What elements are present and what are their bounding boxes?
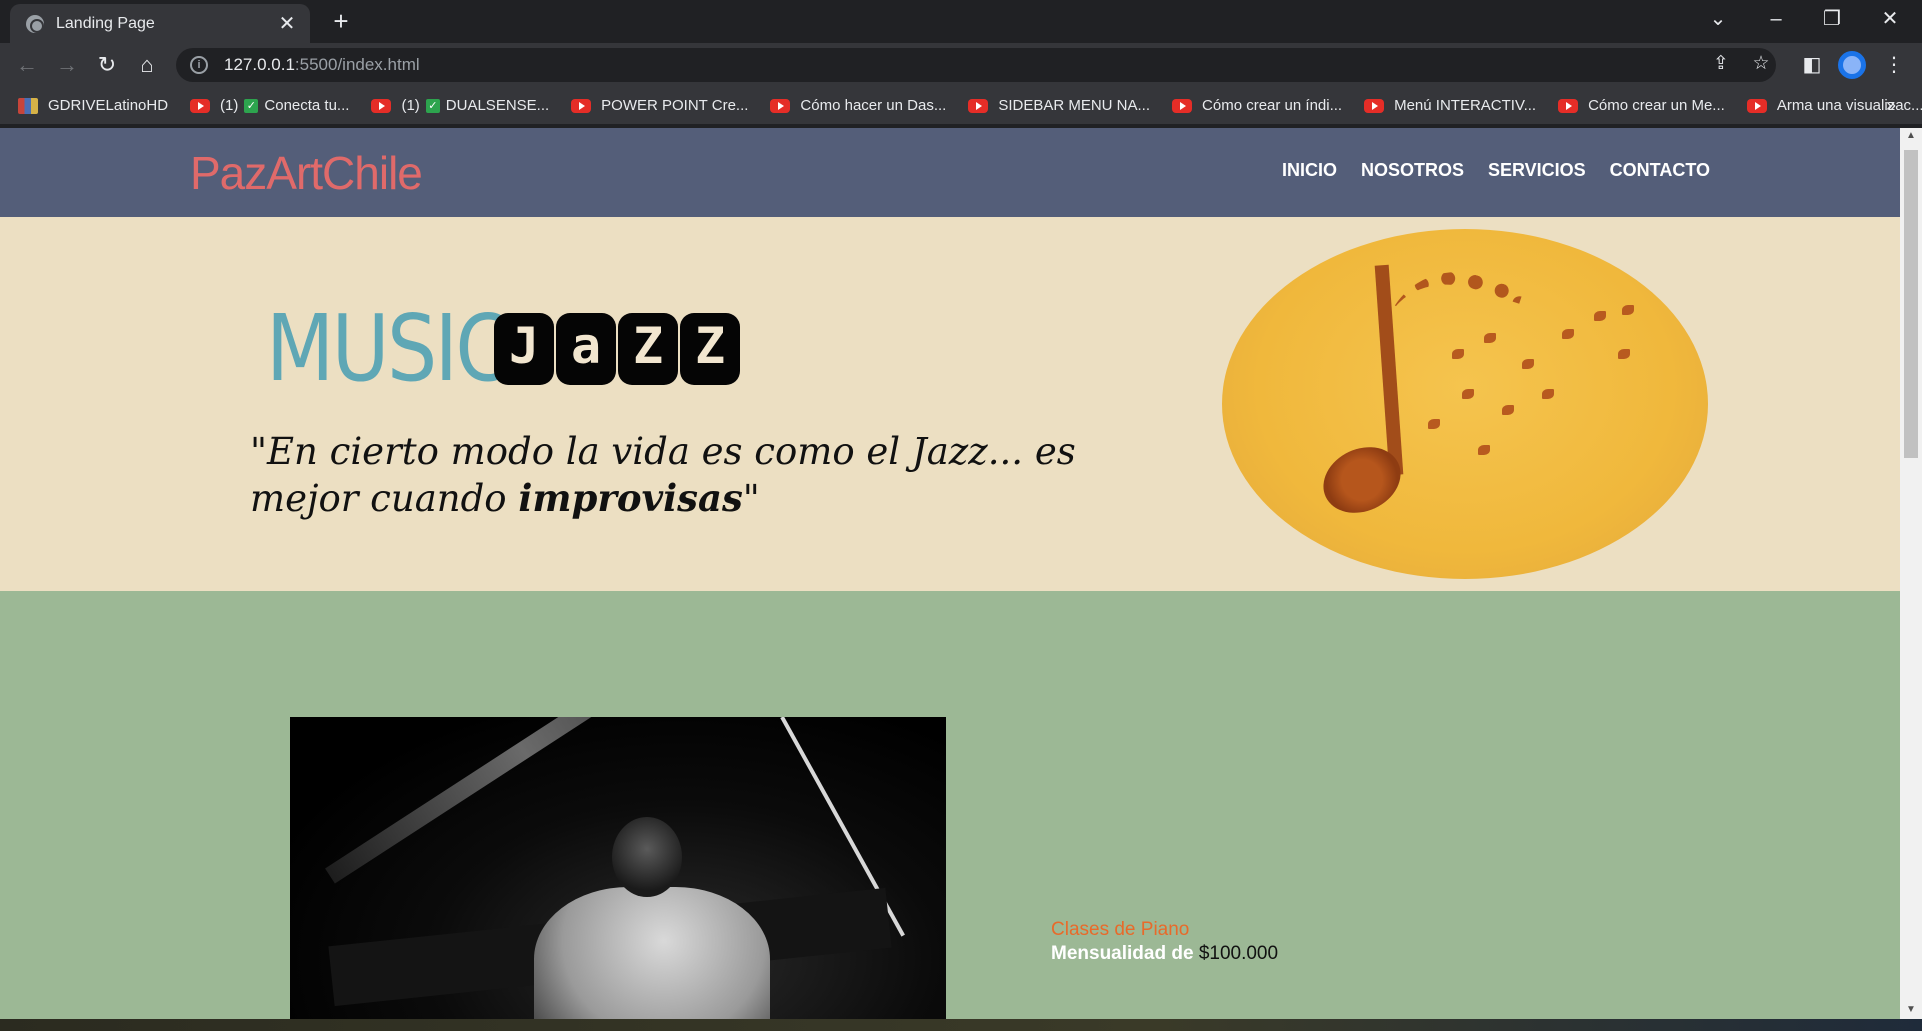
- music-note-image: [1222, 229, 1708, 579]
- jazz-letter-tile: Z: [618, 313, 678, 385]
- nav-link-contacto[interactable]: CONTACTO: [1610, 160, 1710, 181]
- bookmark-item[interactable]: POWER POINT Cre...: [571, 97, 748, 114]
- profile-avatar[interactable]: [1838, 51, 1866, 79]
- leaf: [1502, 405, 1514, 415]
- bookmark-item[interactable]: Cómo crear un índi...: [1172, 97, 1342, 114]
- nav-link-servicios[interactable]: SERVICIOS: [1488, 160, 1586, 181]
- leaf: [1484, 333, 1496, 343]
- browser-tab[interactable]: Landing Page ✕: [10, 4, 310, 43]
- youtube-icon: [1364, 98, 1385, 113]
- page-viewport: PazArtChile INICIO NOSOTROS SERVICIOS CO…: [0, 128, 1900, 1019]
- leaf: [1522, 359, 1534, 369]
- youtube-icon: [1558, 98, 1579, 113]
- jazz-letter-tile: Z: [680, 313, 740, 385]
- back-button[interactable]: ←: [11, 49, 43, 81]
- site-info-icon[interactable]: i: [190, 56, 208, 74]
- nav-link-nosotros[interactable]: NOSOTROS: [1361, 160, 1464, 181]
- leaf: [1542, 389, 1554, 399]
- nav-link-inicio[interactable]: INICIO: [1282, 160, 1337, 181]
- scroll-up-arrow[interactable]: ▲: [1900, 130, 1922, 141]
- jazz-letter-tile: a: [556, 313, 616, 385]
- url-text: 127.0.0.1:5500/index.html: [224, 55, 420, 74]
- bookmark-item[interactable]: Cómo crear un Me...: [1558, 97, 1725, 114]
- leaf: [1594, 311, 1606, 321]
- restore-button[interactable]: ❐: [1804, 0, 1860, 40]
- new-tab-button[interactable]: +: [326, 6, 356, 36]
- hero-section: MUSIC J a Z Z "En cierto modo la vida es…: [0, 217, 1900, 591]
- close-window-button[interactable]: ✕: [1862, 0, 1918, 40]
- minimize-button[interactable]: –: [1748, 0, 1804, 40]
- page-scrollbar[interactable]: ▲ ▼: [1900, 128, 1922, 1019]
- globe-icon: [26, 14, 44, 33]
- home-button[interactable]: ⌂: [131, 49, 163, 81]
- leaf: [1452, 349, 1464, 359]
- hero-quote: "En cierto modo la vida es como el Jazz.…: [250, 430, 1076, 520]
- youtube-icon: [1172, 98, 1193, 113]
- service-info: Clases de Piano Mensualidad de $100.000: [1051, 918, 1278, 966]
- bookmark-item[interactable]: SIDEBAR MENU NA...: [968, 97, 1150, 114]
- more-bookmarks-button[interactable]: »: [1886, 87, 1896, 124]
- youtube-icon: [371, 98, 392, 113]
- piano-class-image: [290, 717, 946, 1019]
- price-label: Mensualidad de: [1051, 943, 1199, 964]
- site-logo[interactable]: PazArtChile: [190, 146, 423, 200]
- tab-strip: Landing Page ✕ + ⌄ – ❐ ✕: [0, 0, 1922, 43]
- leaf: [1622, 305, 1634, 315]
- menu-icon[interactable]: ⋮: [1878, 49, 1910, 81]
- address-bar[interactable]: i 127.0.0.1:5500/index.html ⇪ ☆: [176, 48, 1776, 82]
- music-jazz-logo-word: MUSIC: [266, 295, 511, 402]
- leaf: [1462, 389, 1474, 399]
- side-panel-icon[interactable]: ◧: [1796, 49, 1828, 81]
- leaf: [1618, 349, 1630, 359]
- tab-search-icon[interactable]: ⌄: [1690, 0, 1746, 40]
- os-taskbar-strip: [0, 1019, 1922, 1031]
- tab-title: Landing Page: [56, 14, 155, 32]
- jazz-letter-tiles: J a Z Z: [494, 313, 740, 385]
- reload-button[interactable]: ↻: [91, 49, 123, 81]
- share-icon[interactable]: ⇪: [1708, 52, 1734, 75]
- checkmark-icon: ✓: [425, 98, 440, 113]
- price-value: $100.000: [1198, 943, 1279, 964]
- leaf: [1428, 419, 1440, 429]
- bookmark-item[interactable]: GDRIVELatinoHD: [18, 97, 168, 114]
- youtube-icon: [190, 98, 211, 113]
- leaf: [1478, 445, 1490, 455]
- service-title: Clases de Piano: [1051, 919, 1190, 940]
- youtube-icon: [571, 98, 592, 113]
- scroll-down-arrow[interactable]: ▼: [1900, 1004, 1922, 1015]
- scrollbar-thumb[interactable]: [1904, 150, 1918, 458]
- bookmark-star-icon[interactable]: ☆: [1748, 52, 1774, 75]
- forward-button[interactable]: →: [51, 49, 83, 81]
- site-navbar: PazArtChile INICIO NOSOTROS SERVICIOS CO…: [0, 128, 1900, 217]
- youtube-icon: [770, 98, 791, 113]
- bookmark-item[interactable]: (1) ✓ Conecta tu...: [190, 97, 349, 114]
- service-price-line: Mensualidad de $100.000: [1051, 942, 1278, 966]
- bookmark-item[interactable]: Menú INTERACTIV...: [1364, 97, 1536, 114]
- jazz-letter-tile: J: [494, 313, 554, 385]
- pianist-head: [612, 817, 682, 897]
- pianist-figure: [534, 887, 770, 1019]
- bookmark-item[interactable]: Cómo hacer un Das...: [770, 97, 946, 114]
- youtube-icon: [1746, 98, 1767, 113]
- drive-icon: [18, 97, 38, 114]
- checkmark-icon: ✓: [244, 98, 259, 113]
- main-menu: INICIO NOSOTROS SERVICIOS CONTACTO: [1282, 160, 1710, 181]
- browser-toolbar: ← → ↻ ⌂ i 127.0.0.1:5500/index.html ⇪ ☆ …: [0, 43, 1922, 87]
- leaf: [1562, 329, 1574, 339]
- close-tab-icon[interactable]: ✕: [276, 11, 298, 36]
- bookmarks-bar: GDRIVELatinoHD (1) ✓ Conecta tu... (1) ✓ DUA…: [0, 87, 1922, 124]
- youtube-icon: [968, 98, 989, 113]
- bookmark-item[interactable]: (1) ✓ DUALSENSE...: [371, 97, 549, 114]
